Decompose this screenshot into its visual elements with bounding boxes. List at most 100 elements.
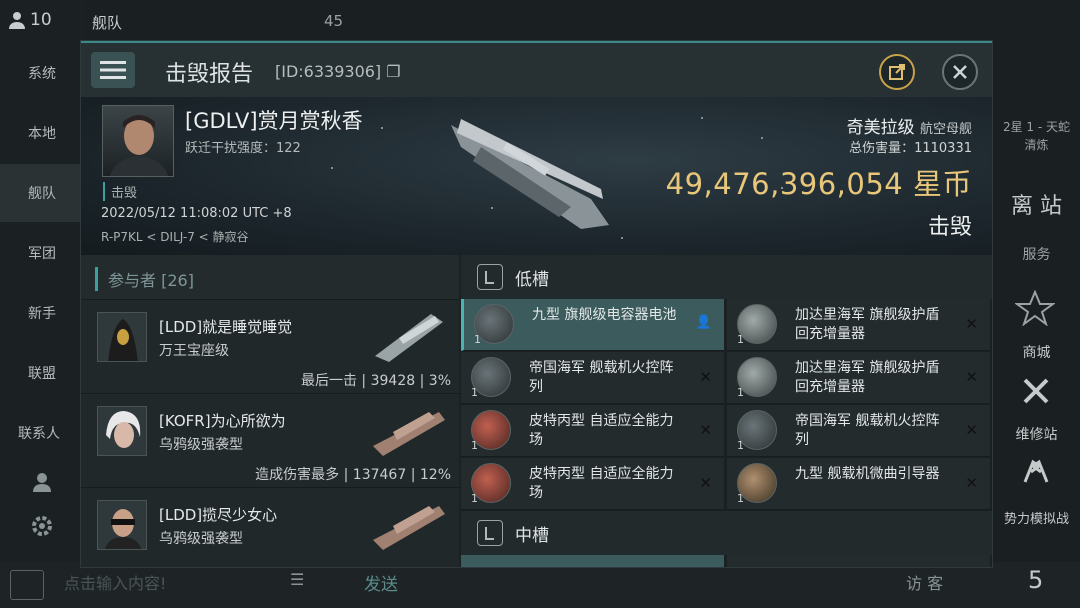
repair-label[interactable]: 维修站 <box>993 424 1080 444</box>
nav-corp[interactable]: 军团 <box>0 224 86 282</box>
participant-row[interactable]: [LDD]揽尽少女心 乌鸦级强袭型 <box>81 487 459 567</box>
victim-name: [GDLV]赏月赏秋香 <box>185 109 363 133</box>
low-slots-header: 低槽 <box>461 255 992 299</box>
person-icon <box>9 12 25 29</box>
participants-title: 参与者 [26] <box>95 267 194 291</box>
station-name: 2星 1 - 天蛇 <box>1002 120 1071 134</box>
report-id[interactable]: [ID:6339306] ❐ <box>275 62 401 81</box>
participant-avatar <box>97 406 147 456</box>
bg-tab-title: 舰队 <box>92 14 123 32</box>
participant-ship: 乌鸦级强袭型 <box>159 531 243 547</box>
low-slot-item[interactable]: 1 加达里海军 旗舰级护盾回充增量器 ✕ <box>727 352 990 404</box>
low-slots-title: 低槽 <box>515 269 549 290</box>
mid-slots-header: 中槽 <box>461 511 992 555</box>
destroyed-mark-icon: ✕ <box>699 421 712 439</box>
close-icon <box>953 65 967 79</box>
bg-header: 舰队 45 <box>86 0 436 44</box>
mid-slot-item[interactable] <box>727 555 990 567</box>
participants-header[interactable]: 参与者 [26] <box>81 255 459 299</box>
undock-button[interactable]: 离 站 <box>993 188 1080 220</box>
kill-datetime: 2022/05/12 11:08:02 UTC +8 <box>101 206 292 221</box>
low-slot-item[interactable]: 1 九型 舰载机微曲引导器 ✕ <box>727 458 990 510</box>
ship-image <box>451 119 609 229</box>
destroyed-mark-icon: ✕ <box>965 368 978 386</box>
participant-avatar <box>97 500 147 550</box>
low-slot-item[interactable]: 1 九型 旗舰级电容器电池 👤 <box>461 299 724 351</box>
nav-system[interactable]: 系统 <box>0 44 86 102</box>
participant-stat: 造成伤害最多 | 137467 | 12% <box>255 467 451 483</box>
participant-ship-image <box>375 314 443 362</box>
participant-stat: 最后一击 | 39428 | 3% <box>300 373 451 389</box>
mid-slots-title: 中槽 <box>515 525 549 546</box>
isk-amount: 49,476,396,054 <box>665 167 904 201</box>
participant-ship: 万王宝座级 <box>159 343 229 359</box>
repair-icon[interactable] <box>1021 376 1051 406</box>
chat-menu-icon[interactable]: ☰ <box>290 570 304 589</box>
victim-avatar[interactable] <box>102 105 174 177</box>
destroyed-mark-icon: ✕ <box>965 474 978 492</box>
shop-label[interactable]: 商城 <box>993 342 1080 362</box>
nav-contacts[interactable]: 联系人 <box>0 404 86 462</box>
shop-icon[interactable] <box>1015 290 1055 326</box>
victim-banner: [GDLV]赏月赏秋香 跃迁干扰强度：122 击毁 2022/05/12 11:… <box>81 97 992 255</box>
isk-unit: 星币 <box>912 167 972 201</box>
participant-ship-image <box>373 506 445 550</box>
sim-label[interactable]: 势力模拟战 <box>993 508 1080 527</box>
nav-local[interactable]: 本地 <box>0 104 86 162</box>
low-slot-item[interactable]: 1 帝国海军 舰载机火控阵列 ✕ <box>727 405 990 457</box>
destroyed-mark-icon: ✕ <box>965 421 978 439</box>
low-slot-item[interactable]: 1 加达里海军 旗舰级护盾回充增量器 ✕ <box>727 299 990 351</box>
participant-name: [LDD]就是睡觉睡觉 <box>159 318 293 336</box>
gear-icon[interactable] <box>30 514 54 538</box>
ship-class-type: 航空母舰 <box>919 122 972 137</box>
low-slot-item[interactable]: 1 皮特丙型 自适应全能力场 ✕ <box>461 405 724 457</box>
killmail-dialog: 击毁报告 [ID:6339306] ❐ [GDLV]赏月赏秋香 跃迁干扰强度：1… <box>80 40 993 568</box>
close-button[interactable] <box>942 54 978 90</box>
destroyed-mark-icon: ✕ <box>699 474 712 492</box>
menu-button[interactable] <box>91 52 135 88</box>
ship-class-name: 奇美拉级 <box>846 118 915 138</box>
participant-row[interactable]: [KOFR]为心所欲为 乌鸦级强袭型 造成伤害最多 | 137467 | 12% <box>81 393 459 487</box>
participant-name: [KOFR]为心所欲为 <box>159 412 286 430</box>
chat-bar: 点击输入内容! ☰ 发送 访 客 5 <box>0 562 1080 608</box>
chat-input[interactable]: 点击输入内容! <box>64 570 166 594</box>
participant-ship: 乌鸦级强袭型 <box>159 437 243 453</box>
destroyed-mark-icon: ✕ <box>965 315 978 333</box>
profile-icon[interactable] <box>30 470 54 494</box>
participant-ship-image <box>373 412 445 456</box>
dialog-header: 击毁报告 [ID:6339306] ❐ <box>81 41 992 97</box>
total-damage: 总伤害量：1110331 <box>849 141 972 156</box>
service-label[interactable]: 服务 <box>993 244 1080 264</box>
right-panel: 2星 1 - 天蛇 清炼 离 站 服务 商城 维修站 势力模拟战 <box>993 0 1080 608</box>
keyboard-icon[interactable] <box>10 570 44 600</box>
flags-icon[interactable] <box>1021 458 1051 484</box>
dialog-title: 击毁报告 <box>165 62 254 87</box>
warp-disrupt: 跃迁干扰强度：122 <box>185 141 301 156</box>
nav-alliance[interactable]: 联盟 <box>0 344 86 402</box>
visitor-button[interactable]: 访 客 <box>906 570 943 594</box>
share-button[interactable] <box>879 54 915 90</box>
low-slot-item[interactable]: 1 皮特丙型 自适应全能力场 ✕ <box>461 458 724 510</box>
kill-result: 击毁 <box>927 215 972 240</box>
isk-value: 49,476,396,054 星币 <box>666 161 972 203</box>
left-nav: 10 系统 本地 舰队 军团 新手 联盟 联系人 <box>0 0 86 608</box>
ship-class: 奇美拉级 航空母舰 <box>847 113 972 138</box>
mid-slot-item[interactable] <box>461 555 724 567</box>
participant-avatar <box>97 312 147 362</box>
person-icon: 👤 <box>695 315 712 330</box>
send-button[interactable]: 发送 <box>364 570 398 595</box>
kill-location[interactable]: R-P7KL < DILJ-7 < 静寂谷 <box>101 228 249 245</box>
mid-slot-icon <box>477 520 503 546</box>
destroyed-mark-icon: ✕ <box>699 368 712 386</box>
participant-row[interactable]: [LDD]就是睡觉睡觉 万王宝座级 最后一击 | 39428 | 3% <box>81 299 459 393</box>
report-id-text: [ID:6339306] <box>275 62 382 81</box>
low-slot-item[interactable]: 1 帝国海军 舰载机火控阵列 ✕ <box>461 352 724 404</box>
pilot-count[interactable]: 10 <box>8 10 52 30</box>
copy-icon[interactable]: ❐ <box>386 62 400 81</box>
nav-newbie[interactable]: 新手 <box>0 284 86 342</box>
corner-number: 5 <box>1028 566 1044 594</box>
menu-icon <box>100 61 126 79</box>
bg-slot-count: 45 <box>324 12 344 30</box>
nav-fleet[interactable]: 舰队 <box>0 164 86 222</box>
kill-status: 击毁 <box>103 182 137 201</box>
